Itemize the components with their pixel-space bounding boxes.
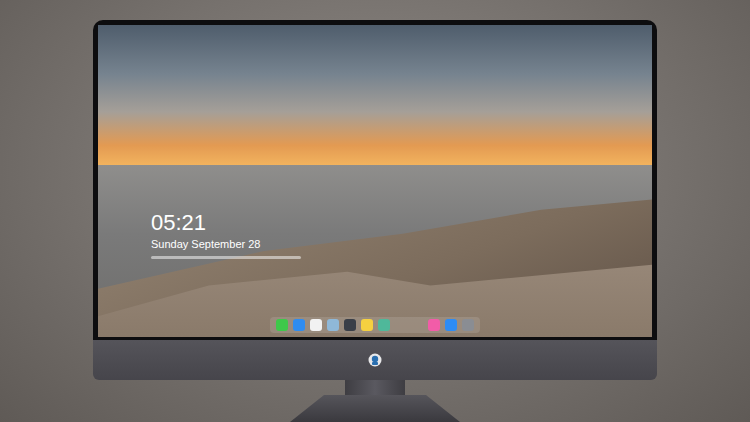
dock-app-icon[interactable] bbox=[428, 319, 440, 331]
clock-date: Sunday September 28 bbox=[151, 237, 301, 251]
monitor: 05:21 Sunday September 28 bbox=[93, 20, 657, 422]
dock-separator bbox=[395, 319, 423, 331]
lock-screen[interactable]: 05:21 Sunday September 28 bbox=[98, 25, 652, 337]
dock-app-icon[interactable] bbox=[276, 319, 288, 331]
monitor-chin bbox=[93, 340, 657, 380]
quote-line bbox=[151, 256, 301, 259]
monitor-bezel: 05:21 Sunday September 28 bbox=[93, 20, 657, 340]
dock-app-icon[interactable] bbox=[344, 319, 356, 331]
dock-app-icon[interactable] bbox=[378, 319, 390, 331]
dock-app-icon[interactable] bbox=[361, 319, 373, 331]
dock-app-icon[interactable] bbox=[293, 319, 305, 331]
wallpaper-sea bbox=[98, 165, 652, 337]
dock-app-icon[interactable] bbox=[310, 319, 322, 331]
dock-app-icon[interactable] bbox=[445, 319, 457, 331]
wallpaper-sky bbox=[98, 25, 652, 165]
clock-time: 05:21 bbox=[151, 211, 301, 235]
page: 05:21 Sunday September 28 bbox=[0, 0, 750, 422]
stand-foot bbox=[290, 395, 460, 422]
dock-app-icon[interactable] bbox=[462, 319, 474, 331]
dock-app-icon[interactable] bbox=[327, 319, 339, 331]
dock bbox=[270, 317, 480, 333]
logo-icon bbox=[368, 353, 382, 367]
stand-neck bbox=[345, 380, 405, 395]
clock-widget: 05:21 Sunday September 28 bbox=[151, 211, 301, 259]
